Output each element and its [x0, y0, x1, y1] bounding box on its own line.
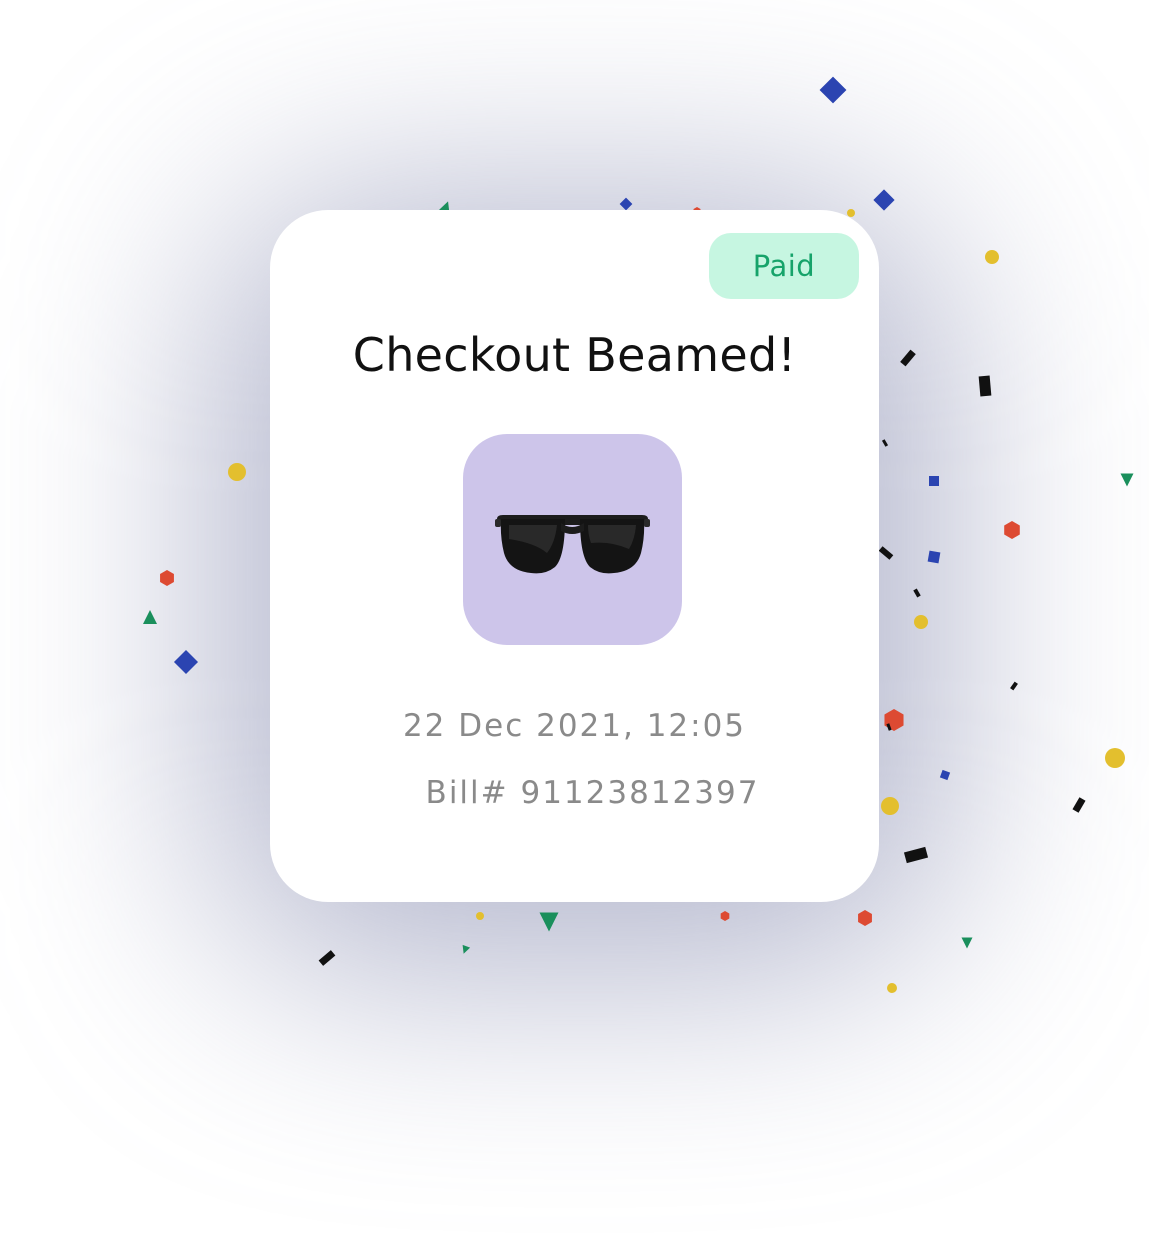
confetti-piece — [903, 846, 929, 864]
confetti-piece — [476, 912, 484, 920]
confetti-piece — [887, 983, 897, 993]
status-badge: Paid — [709, 233, 859, 299]
confetti-piece — [978, 375, 992, 397]
celebration-scene: Paid Checkout Beamed! 22 Dec 2021, 12:05 — [0, 0, 1149, 1233]
confetti-piece — [1105, 748, 1125, 768]
confetti-piece — [878, 546, 894, 560]
confetti-piece — [720, 911, 730, 921]
transaction-date: 22 Dec 2021, 12:05 — [402, 708, 747, 744]
product-image-tile — [463, 434, 682, 645]
confetti-piece — [143, 610, 157, 624]
confetti-piece — [819, 76, 847, 104]
confetti-piece — [619, 197, 633, 211]
confetti-piece — [985, 250, 999, 264]
page-title: Checkout Beamed! — [352, 328, 797, 382]
confetti-piece — [914, 615, 928, 629]
confetti-piece — [900, 349, 916, 367]
confetti-piece — [873, 189, 895, 211]
confetti-piece — [1072, 797, 1086, 813]
confetti-piece — [1120, 473, 1134, 487]
sunglasses-icon — [495, 515, 650, 574]
confetti-piece — [160, 570, 174, 586]
confetti-piece — [462, 944, 471, 954]
confetti-piece — [884, 709, 904, 731]
confetti-piece — [228, 463, 246, 481]
confetti-piece — [939, 769, 951, 781]
confetti-piece — [539, 912, 559, 932]
confetti-piece — [858, 910, 872, 926]
confetti-piece — [927, 550, 941, 564]
bill-number: Bill# 91123812397 — [425, 775, 760, 811]
confetti-piece — [961, 937, 973, 949]
confetti-piece — [913, 588, 921, 598]
receipt-card: Paid Checkout Beamed! 22 Dec 2021, 12:05 — [270, 210, 879, 902]
confetti-piece — [1004, 521, 1020, 539]
confetti-piece — [881, 439, 889, 447]
confetti-piece — [929, 476, 939, 486]
confetti-piece — [318, 950, 336, 966]
confetti-piece — [173, 649, 199, 675]
confetti-piece — [1010, 681, 1018, 691]
